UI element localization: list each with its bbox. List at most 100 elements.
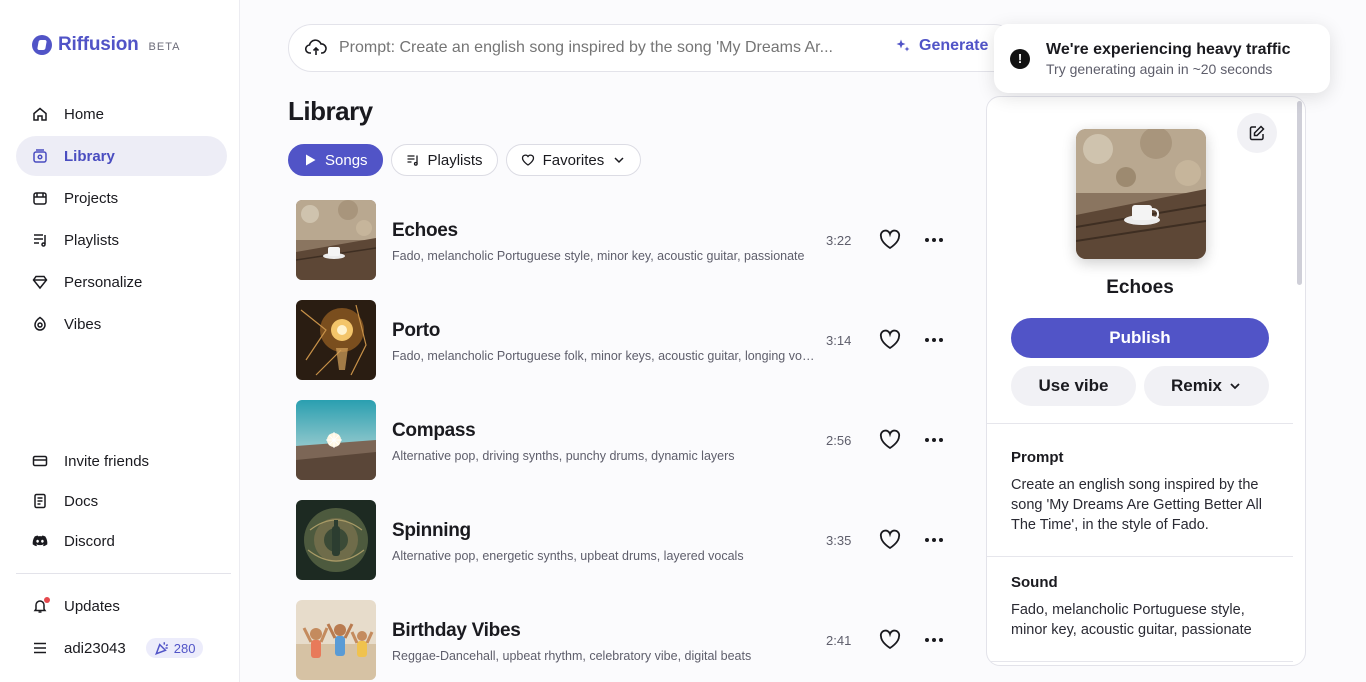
brand-name: Riffusion (58, 34, 139, 55)
play-icon (306, 154, 316, 166)
sidebar-item-label: Home (64, 105, 105, 123)
list-item[interactable]: Porto Fado, melancholic Portuguese folk,… (296, 300, 956, 380)
more-options-button[interactable] (922, 528, 946, 552)
sidebar-item-library[interactable]: Library (16, 136, 227, 176)
secondary-nav: Invite friends Docs Discord (16, 441, 227, 561)
song-cover-image[interactable] (296, 400, 376, 480)
song-title[interactable]: Birthday Vibes (392, 620, 521, 642)
song-title[interactable]: Porto (392, 320, 440, 342)
more-options-button[interactable] (922, 328, 946, 352)
song-cover-image[interactable] (296, 500, 376, 580)
sidebar-item-label: Library (64, 147, 115, 165)
alert-icon: ! (1010, 48, 1030, 69)
prompt-input[interactable] (339, 39, 869, 57)
song-cover-image[interactable] (296, 300, 376, 380)
song-duration: 2:56 (826, 433, 852, 448)
playlists-icon (407, 155, 418, 166)
toast-title: We're experiencing heavy traffic (1046, 40, 1291, 58)
edit-icon (1249, 125, 1265, 141)
tab-label: Favorites (542, 151, 605, 169)
edit-button[interactable] (1237, 113, 1277, 153)
gem-icon (32, 275, 48, 290)
sidebar-item-projects[interactable]: Projects (16, 178, 227, 218)
confetti-icon (154, 642, 168, 655)
library-filters: Songs Playlists Favorites (288, 144, 642, 176)
section-divider (987, 661, 1293, 662)
notification-dot (44, 597, 50, 603)
sidebar-item-discord[interactable]: Discord (16, 521, 227, 561)
user-menu[interactable]: adi23043 280 (16, 628, 227, 668)
section-divider (987, 423, 1293, 424)
ticket-icon (32, 455, 48, 467)
prompt-bar: Generate (288, 24, 1018, 72)
song-title[interactable]: Echoes (392, 220, 458, 242)
sound-section-label: Sound (1011, 574, 1058, 591)
favorite-button[interactable] (878, 328, 902, 352)
favorite-button[interactable] (878, 428, 902, 452)
sidebar-item-playlists[interactable]: Playlists (16, 220, 227, 260)
sidebar-item-docs[interactable]: Docs (16, 481, 227, 521)
tab-label: Songs (325, 151, 368, 169)
generate-label: Generate (919, 37, 989, 54)
remix-button[interactable]: Remix (1144, 366, 1269, 406)
more-options-button[interactable] (922, 228, 946, 252)
sidebar-item-invite-friends[interactable]: Invite friends (16, 441, 227, 481)
favorite-button[interactable] (878, 628, 902, 652)
sidebar-item-label: Playlists (64, 231, 120, 249)
publish-button[interactable]: Publish (1011, 318, 1269, 358)
prompt-section-text: Create an english song inspired by the s… (1011, 477, 1262, 533)
playlists-icon (34, 234, 46, 247)
list-item[interactable]: Spinning Alternative pop, energetic synt… (296, 500, 956, 580)
tab-favorites[interactable]: Favorites (505, 144, 642, 176)
sidebar-item-home[interactable]: Home (16, 94, 227, 134)
more-options-button[interactable] (922, 628, 946, 652)
toast-content: We're experiencing heavy traffic Try gen… (1046, 41, 1291, 77)
sidebar-item-label: Discord (64, 532, 115, 550)
logo[interactable]: Riffusion BETA (32, 34, 180, 56)
list-item[interactable]: Birthday Vibes Reggae-Dancehall, upbeat … (296, 600, 956, 680)
sidebar-item-updates[interactable]: Updates (16, 586, 227, 626)
sidebar-item-label: Updates (64, 597, 120, 615)
upload-cloud-icon[interactable] (305, 37, 327, 59)
tab-playlists[interactable]: Playlists (390, 144, 498, 176)
use-vibe-button[interactable]: Use vibe (1011, 366, 1136, 406)
list-item[interactable]: Compass Alternative pop, driving synths,… (296, 400, 956, 480)
list-item[interactable]: Echoes Fado, melancholic Portuguese styl… (296, 200, 956, 280)
discord-icon (32, 535, 48, 547)
more-options-button[interactable] (922, 428, 946, 452)
song-title[interactable]: Spinning (392, 520, 471, 542)
toast-message: Try generating again in ~20 seconds (1046, 60, 1273, 77)
generate-button[interactable]: Generate (895, 37, 988, 55)
sidebar-item-label: Projects (64, 189, 119, 207)
beta-badge: BETA (148, 40, 181, 53)
sidebar-footer: Updates adi23043 280 (16, 586, 227, 670)
credits-count: 280 (173, 640, 196, 656)
favorite-button[interactable] (878, 528, 902, 552)
song-description: Alternative pop, energetic synths, upbea… (392, 549, 744, 563)
sidebar-item-personalize[interactable]: Personalize (16, 262, 227, 302)
sound-section-text: Fado, melancholic Portuguese style, mino… (1011, 602, 1252, 638)
tab-songs[interactable]: Songs (288, 144, 383, 176)
song-cover-image[interactable] (296, 600, 376, 680)
song-duration: 3:14 (826, 333, 852, 348)
section-divider (987, 556, 1293, 557)
sidebar-item-label: Personalize (64, 273, 143, 291)
song-cover-image[interactable] (296, 200, 376, 280)
sidebar-item-label: Docs (64, 492, 99, 510)
library-icon (33, 149, 47, 163)
credits-badge[interactable]: 280 (145, 638, 204, 658)
detail-song-title: Echoes (1106, 277, 1174, 298)
page-title: Library (288, 96, 373, 126)
song-detail-panel: Echoes Publish Use vibe Remix Prompt Cre… (986, 96, 1306, 666)
song-duration: 2:41 (826, 633, 852, 648)
sidebar-item-vibes[interactable]: Vibes (16, 304, 227, 344)
detail-cover-image[interactable] (1076, 129, 1206, 259)
sidebar-divider (16, 573, 231, 574)
favorite-button[interactable] (878, 228, 902, 252)
heart-icon (521, 154, 534, 166)
main-nav: Home Library Projects Playlists Personal… (16, 94, 227, 346)
panel-scrollbar[interactable] (1297, 101, 1302, 285)
song-title[interactable]: Compass (392, 420, 476, 442)
projects-icon (33, 192, 47, 205)
sidebar-item-label: Vibes (64, 315, 102, 333)
